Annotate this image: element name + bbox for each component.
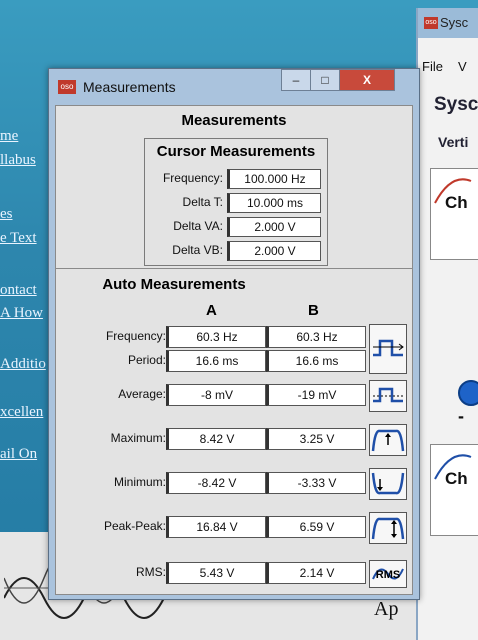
bg-link[interactable]: me: [0, 128, 18, 145]
scope-menu-bar: File V: [418, 56, 478, 78]
cursor-row-delta-t: Delta T: 10.000 ms: [145, 193, 327, 213]
bg-link[interactable]: llabus: [0, 152, 36, 169]
window-title: Measurements: [83, 79, 176, 95]
cursor-label: Delta VA:: [173, 219, 223, 233]
auto-label: RMS:: [136, 565, 166, 579]
auto-row-rms: RMS: 5.43 V 2.14 V RMS: [56, 560, 412, 588]
channel-panel[interactable]: Ch: [430, 168, 478, 260]
rms-a-value: 5.43 V: [166, 562, 266, 584]
cursor-row-delta-vb: Delta VB: 2.000 V: [145, 241, 327, 261]
bg-link[interactable]: e Text: [0, 230, 37, 247]
auto-row-peak-peak: Peak-Peak: 16.84 V 6.59 V: [56, 512, 412, 544]
bg-link[interactable]: es: [0, 206, 13, 223]
panel-heading: Measurements: [181, 112, 287, 129]
auto-section-title: Auto Measurements: [102, 276, 246, 293]
auto-label: Frequency:: [105, 329, 166, 343]
auto-row-average: Average: -8 mV -19 mV: [56, 380, 412, 412]
channel-label: Ch: [445, 193, 468, 212]
minimum-b-value: -3.33 V: [266, 472, 366, 494]
auto-label: Maximum:: [110, 431, 166, 445]
minimize-button[interactable]: –: [281, 69, 311, 91]
auto-row-minimum: Minimum: -8.42 V -3.33 V: [56, 468, 412, 500]
auto-label: Peak-Peak:: [103, 519, 166, 533]
period-b-value: 16.6 ms: [266, 350, 366, 372]
average-icon[interactable]: [369, 380, 407, 412]
average-a-value: -8 mV: [166, 384, 266, 406]
scope-title-bar[interactable]: oso Sysc: [418, 8, 478, 38]
peak-peak-a-value: 16.84 V: [166, 516, 266, 538]
menu-file[interactable]: File: [422, 59, 443, 74]
period-a-value: 16.6 ms: [166, 350, 266, 372]
column-header-a: A: [206, 302, 217, 319]
average-b-value: -19 mV: [266, 384, 366, 406]
maximum-a-value: 8.42 V: [166, 428, 266, 450]
title-bar[interactable]: oso Measurements – □ X: [49, 69, 419, 105]
maximum-b-value: 3.25 V: [266, 428, 366, 450]
scope-section-label: Verti: [438, 134, 469, 150]
cursor-row-frequency: Frequency: 100.000 Hz: [145, 169, 327, 189]
bg-link[interactable]: ail On: [0, 446, 37, 463]
close-button[interactable]: X: [339, 69, 395, 91]
rms-icon[interactable]: RMS: [369, 560, 407, 588]
frequency-b-value: 60.3 Hz: [266, 326, 366, 348]
section-divider: [56, 268, 412, 269]
scope-heading: Sysc: [434, 94, 478, 115]
menu-view[interactable]: V: [458, 59, 467, 74]
scope-title: Sysc: [440, 15, 469, 30]
bg-link[interactable]: Additio: [0, 356, 46, 373]
cursor-delta-vb-value: 2.000 V: [227, 241, 321, 261]
app-icon: oso: [424, 17, 438, 29]
cursor-label: Frequency:: [162, 171, 223, 185]
frequency-a-value: 60.3 Hz: [166, 326, 266, 348]
minimum-a-value: -8.42 V: [166, 472, 266, 494]
auto-row-period: Period: 16.6 ms 16.6 ms: [56, 350, 412, 372]
auto-label: Average:: [118, 387, 166, 401]
cursor-section-title: Cursor Measurements: [156, 143, 316, 160]
minimum-icon[interactable]: [369, 468, 407, 500]
channel-panel[interactable]: Ch: [430, 444, 478, 536]
cursor-delta-va-value: 2.000 V: [227, 217, 321, 237]
scope-window[interactable]: oso Sysc File V Sysc Verti Ch - Ch: [416, 8, 478, 640]
rms-b-value: 2.14 V: [266, 562, 366, 584]
offset-knob[interactable]: [458, 380, 478, 406]
auto-label: Minimum:: [113, 475, 166, 489]
bg-link[interactable]: xcellen: [0, 404, 43, 421]
cursor-frequency-value: 100.000 Hz: [227, 169, 321, 189]
cursor-label: Delta T:: [182, 195, 223, 209]
maximize-button[interactable]: □: [310, 69, 340, 91]
app-icon: oso: [58, 80, 76, 94]
cursor-row-delta-va: Delta VA: 2.000 V: [145, 217, 327, 237]
bg-text: Ap: [374, 598, 399, 620]
column-header-b: B: [308, 302, 319, 319]
cursor-label: Delta VB:: [172, 243, 223, 257]
maximum-icon[interactable]: [369, 424, 407, 456]
minus-label: -: [458, 406, 464, 426]
bg-link[interactable]: A How: [0, 305, 43, 322]
auto-label: Period:: [127, 353, 166, 367]
measurements-window[interactable]: oso Measurements – □ X Measurements Curs…: [48, 68, 420, 600]
auto-row-maximum: Maximum: 8.42 V 3.25 V: [56, 424, 412, 456]
peak-peak-b-value: 6.59 V: [266, 516, 366, 538]
rms-icon-label: RMS: [375, 569, 401, 581]
cursor-measurements-group: Cursor Measurements Frequency: 100.000 H…: [144, 138, 328, 266]
measurements-panel: Measurements Cursor Measurements Frequen…: [55, 105, 413, 595]
channel-label: Ch: [445, 469, 468, 488]
cursor-delta-t-value: 10.000 ms: [227, 193, 321, 213]
auto-row-frequency: Frequency: 60.3 Hz 60.3 Hz: [56, 324, 412, 374]
peak-peak-icon[interactable]: [369, 512, 407, 544]
